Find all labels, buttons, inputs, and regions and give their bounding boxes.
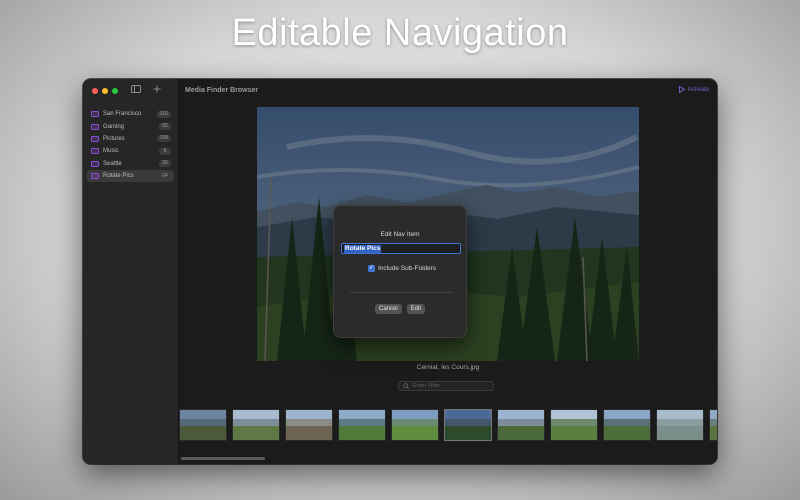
sidebar-item-label: Gaming <box>103 123 125 130</box>
include-subfolders-checkbox[interactable]: ✓ Include Sub-Folders <box>368 265 436 272</box>
thumbnail[interactable] <box>709 409 717 441</box>
sidebar: San Francisco 316 Gaming 82 Pictures 168… <box>83 79 179 464</box>
sidebar-item-label: Music <box>103 148 119 155</box>
thumbnail[interactable] <box>550 409 598 441</box>
window-title: Media Finder Browser <box>185 86 259 94</box>
thumbnail[interactable] <box>656 409 704 441</box>
sidebar-item-label: Seattle <box>103 160 122 167</box>
filmstrip[interactable] <box>179 409 717 443</box>
folder-icon <box>91 123 99 130</box>
sidebar-item-rotate-pics[interactable]: Rotate Pics 64 <box>87 169 174 183</box>
dialog-divider <box>350 292 452 293</box>
sidebar-list: San Francisco 316 Gaming 82 Pictures 168… <box>87 108 174 183</box>
sidebar-item-gaming[interactable]: Gaming 82 <box>87 120 174 132</box>
thumbnail[interactable] <box>391 409 439 441</box>
nav-item-name-value: Rotate Pics <box>344 244 382 253</box>
activate-label: Activate <box>687 86 709 93</box>
minimize-window-button[interactable] <box>102 88 108 94</box>
thumbnail-selected[interactable] <box>444 409 492 441</box>
photo-caption: Cerniat, les Cours.jpg <box>416 364 480 371</box>
sidebar-toggle-icon[interactable] <box>131 85 141 97</box>
search-icon <box>403 383 409 389</box>
sidebar-item-count: 64 <box>159 172 171 180</box>
sidebar-item-label: Rotate Pics <box>103 173 134 180</box>
folder-icon <box>91 160 99 167</box>
edit-button[interactable]: Edit <box>406 304 426 314</box>
sidebar-item-san-francisco[interactable]: San Francisco 316 <box>87 108 174 120</box>
nav-item-name-input[interactable]: Rotate Pics <box>341 243 461 254</box>
thumbnail[interactable] <box>232 409 280 441</box>
sidebar-item-count: 26 <box>159 160 171 168</box>
thumbnail[interactable] <box>603 409 651 441</box>
sidebar-item-count: 8 <box>159 147 171 155</box>
sidebar-item-label: Pictures <box>103 135 125 142</box>
thumbnail[interactable] <box>179 409 227 441</box>
sidebar-item-seattle[interactable]: Seattle 26 <box>87 158 174 170</box>
filmstrip-scrollbar[interactable] <box>181 457 265 460</box>
folder-icon <box>91 148 99 155</box>
checkmark-icon: ✓ <box>368 265 375 272</box>
title-bar: Media Finder Browser Activate <box>179 79 717 101</box>
activate-button[interactable]: Activate <box>678 86 709 93</box>
dialog-title: Edit Nav Item <box>380 231 420 238</box>
sidebar-item-music[interactable]: Music 8 <box>87 145 174 157</box>
sidebar-item-pictures[interactable]: Pictures 168 <box>87 133 174 145</box>
cancel-button[interactable]: Cancel <box>374 304 402 314</box>
sidebar-item-count: 168 <box>156 135 171 143</box>
filter-input[interactable]: Enter Filter <box>398 381 494 391</box>
sidebar-item-label: San Francisco <box>103 111 142 118</box>
sidebar-item-count: 316 <box>156 110 171 118</box>
dialog-buttons: Cancel Edit <box>334 304 466 314</box>
thumbnail[interactable] <box>497 409 545 441</box>
plus-icon[interactable] <box>153 85 161 97</box>
headline: Editable Navigation <box>231 12 569 54</box>
play-icon <box>678 86 685 93</box>
window-controls <box>92 88 118 94</box>
thumbnail[interactable] <box>338 409 386 441</box>
folder-icon <box>91 111 99 118</box>
sidebar-item-count: 82 <box>159 123 171 131</box>
edit-nav-item-dialog: Edit Nav Item Rotate Pics ✓ Include Sub-… <box>333 205 467 338</box>
thumbnail[interactable] <box>285 409 333 441</box>
folder-icon <box>91 135 99 142</box>
folder-icon <box>91 173 99 180</box>
filter-placeholder: Enter Filter <box>413 383 440 389</box>
zoom-window-button[interactable] <box>112 88 118 94</box>
close-window-button[interactable] <box>92 88 98 94</box>
checkbox-label: Include Sub-Folders <box>378 265 437 272</box>
